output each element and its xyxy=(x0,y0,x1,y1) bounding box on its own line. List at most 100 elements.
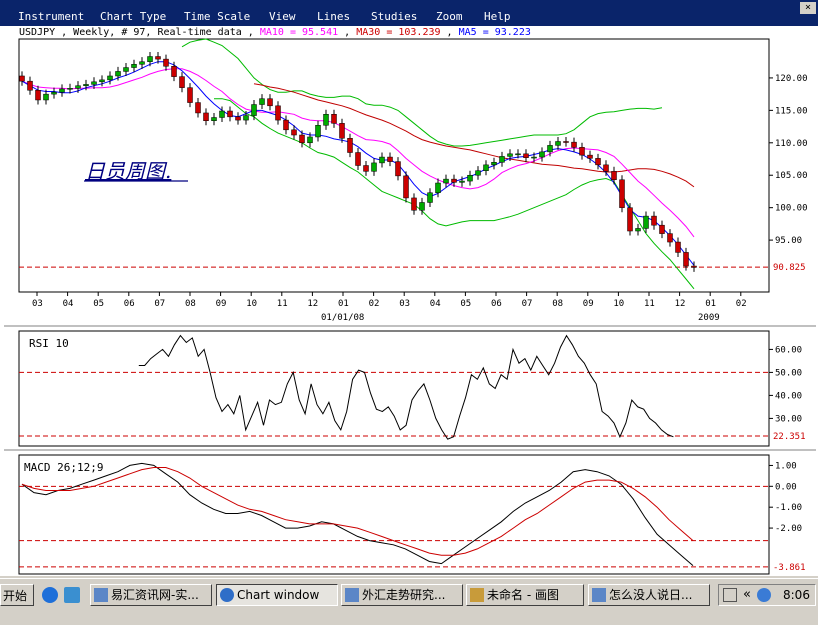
x-date-label: 01/01/08 xyxy=(321,313,364,323)
candle-body xyxy=(571,141,577,148)
y-tick-label: 40.00 xyxy=(775,391,802,401)
candle-body xyxy=(587,154,593,159)
candle-body xyxy=(499,156,505,163)
candle-body xyxy=(331,114,337,124)
candle-body xyxy=(579,147,585,156)
y-tick-label: 110.00 xyxy=(775,139,808,149)
keyboard-icon[interactable] xyxy=(723,588,737,602)
candle-body xyxy=(595,158,601,166)
paint-icon xyxy=(470,588,484,602)
candle-body xyxy=(243,115,249,121)
task-label: 外汇走势研究... xyxy=(362,588,446,602)
x-tick-label: 11 xyxy=(277,299,288,309)
x-tick-label: 04 xyxy=(63,299,74,309)
bollinger-upper-line xyxy=(181,38,663,147)
x-tick-label: 04 xyxy=(430,299,441,309)
network-icon[interactable] xyxy=(757,588,771,602)
task-button-yihui[interactable]: 易汇资讯网-实... xyxy=(90,584,212,606)
x-tick-label: 01 xyxy=(705,299,716,309)
task-label: Chart window xyxy=(237,588,320,602)
candle-body xyxy=(363,165,369,172)
x-tick-label: 05 xyxy=(93,299,104,309)
candle-body xyxy=(251,104,257,116)
ie-icon[interactable] xyxy=(42,587,58,603)
x-tick-label: 02 xyxy=(369,299,380,309)
y-tick-label: 60.00 xyxy=(775,345,802,355)
candle-body xyxy=(667,233,673,243)
candle-body xyxy=(691,265,697,268)
candle-body xyxy=(283,119,289,131)
chevron-left-icon[interactable]: « xyxy=(743,587,751,602)
candle-body xyxy=(163,58,169,67)
desktop-icon[interactable] xyxy=(64,587,80,603)
candle-body xyxy=(43,93,49,101)
candle-body xyxy=(299,134,305,144)
y-tick-label: -2.00 xyxy=(775,524,802,534)
candle-body xyxy=(323,114,329,126)
y-tick-label: 120.00 xyxy=(775,74,808,84)
candle-body xyxy=(227,110,233,118)
candle-body xyxy=(627,207,633,232)
clock[interactable]: 8:06 xyxy=(783,588,810,602)
candle-body xyxy=(195,102,201,114)
candle-body xyxy=(339,123,345,139)
start-button[interactable]: 开始 xyxy=(0,584,34,606)
x-tick-label: 09 xyxy=(216,299,227,309)
y-tick-label: 105.00 xyxy=(775,171,808,181)
y-tick-label: 95.00 xyxy=(775,236,802,246)
candle-body xyxy=(187,87,193,103)
candle-body xyxy=(683,252,689,267)
ie-page-icon xyxy=(592,588,606,602)
candle-body xyxy=(611,171,617,181)
x-tick-label: 06 xyxy=(491,299,502,309)
task-button-forex-research[interactable]: 外汇走势研究... xyxy=(341,584,463,606)
candle-body xyxy=(315,125,321,138)
candle-body xyxy=(395,161,401,177)
x-tick-label: 10 xyxy=(613,299,624,309)
candle-body xyxy=(675,241,681,253)
candle-body xyxy=(491,162,497,166)
x-year-label: 2009 xyxy=(698,313,720,323)
task-button-forum[interactable]: 怎么没人说日... xyxy=(588,584,710,606)
candle-body xyxy=(459,180,465,183)
candle-body xyxy=(643,215,649,229)
candle-body xyxy=(123,67,129,72)
candle-body xyxy=(387,156,393,162)
candle-body xyxy=(219,110,225,118)
macd-signal-line xyxy=(21,467,694,556)
macd-label: MACD 26;12;9 xyxy=(24,461,103,474)
task-button-chart-window[interactable]: Chart window xyxy=(216,584,338,606)
task-button-paint[interactable]: 未命名 - 画图 xyxy=(466,584,584,606)
candle-body xyxy=(659,224,665,234)
x-tick-label: 09 xyxy=(583,299,594,309)
candle-body xyxy=(515,153,521,156)
macd-value-label: -3.861 xyxy=(773,563,806,573)
candle-body xyxy=(59,88,65,93)
x-tick-label: 03 xyxy=(32,299,43,309)
candle-body xyxy=(179,76,185,88)
y-tick-label: 100.00 xyxy=(775,204,808,214)
task-label: 未命名 - 画图 xyxy=(487,588,559,602)
handwritten-annotation: 日员周图. xyxy=(85,159,171,183)
candle-body xyxy=(107,75,113,81)
candle-body xyxy=(155,56,161,60)
candle-body xyxy=(171,65,177,77)
x-tick-label: 12 xyxy=(675,299,686,309)
x-tick-label: 10 xyxy=(246,299,257,309)
candle-body xyxy=(403,175,409,199)
candle-body xyxy=(267,98,273,107)
start-label: 开始 xyxy=(3,589,28,603)
candle-body xyxy=(67,88,73,90)
x-tick-label: 01 xyxy=(338,299,349,309)
candle-body xyxy=(475,170,481,176)
taskbar: 开始 易汇资讯网-实... Chart window 外汇走势研究... 未命名… xyxy=(0,578,818,625)
candle-body xyxy=(99,79,105,83)
candle-body xyxy=(259,98,265,105)
candle-body xyxy=(619,179,625,208)
candle-body xyxy=(531,156,537,159)
task-label: 怎么没人说日... xyxy=(609,588,693,602)
candle-body xyxy=(347,138,353,153)
macd-line xyxy=(21,462,694,566)
candle-body xyxy=(291,129,297,136)
candle-body xyxy=(235,116,241,121)
